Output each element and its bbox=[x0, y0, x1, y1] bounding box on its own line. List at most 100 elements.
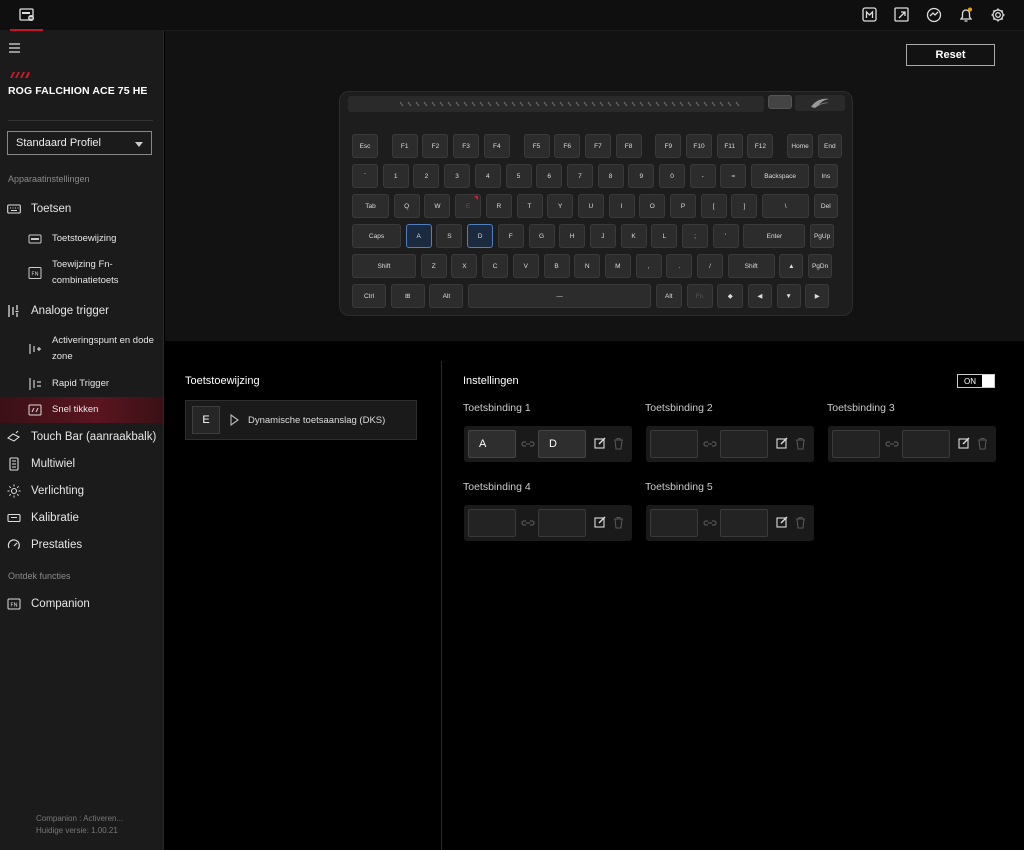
key-H[interactable]: H bbox=[559, 224, 586, 248]
sidebar-item-rapid-trigger[interactable]: Rapid Trigger bbox=[0, 376, 163, 392]
key-6[interactable]: 6 bbox=[536, 164, 563, 188]
key-V[interactable]: V bbox=[512, 254, 539, 278]
key-sym[interactable]: - bbox=[689, 164, 716, 188]
sidebar-item-companion[interactable]: FN Companion bbox=[0, 596, 163, 612]
key-F3[interactable]: F3 bbox=[453, 134, 480, 158]
key-Shift[interactable]: Shift bbox=[727, 254, 775, 278]
key-Caps[interactable]: Caps bbox=[352, 224, 401, 248]
trash-icon[interactable] bbox=[977, 437, 988, 450]
key-sym[interactable]: \ bbox=[762, 194, 810, 218]
profile-dropdown[interactable]: Standaard Profiel bbox=[7, 131, 152, 155]
key-X[interactable]: X bbox=[451, 254, 478, 278]
sidebar-item-fn-combination[interactable]: FN Toewijzing Fn- combinatietoets bbox=[0, 257, 163, 291]
binding-key-slot-1[interactable] bbox=[468, 509, 516, 537]
device-tab[interactable] bbox=[10, 0, 43, 31]
sidebar-item-toetsen[interactable]: Toetsen bbox=[0, 201, 163, 217]
key-R[interactable]: R bbox=[485, 194, 512, 218]
hamburger-menu-icon[interactable] bbox=[8, 42, 22, 54]
key-B[interactable]: B bbox=[543, 254, 570, 278]
key-M[interactable]: M bbox=[604, 254, 631, 278]
key-9[interactable]: 9 bbox=[628, 164, 655, 188]
resize-icon[interactable] bbox=[893, 6, 911, 24]
key-4[interactable]: 4 bbox=[474, 164, 501, 188]
key-Home[interactable]: Home bbox=[787, 134, 814, 158]
sidebar-item-multiwheel[interactable]: Multiwiel bbox=[0, 456, 163, 472]
edit-icon[interactable] bbox=[594, 516, 606, 528]
macro-icon[interactable] bbox=[861, 6, 879, 24]
key-sym[interactable]: ▲ bbox=[779, 254, 804, 278]
key-sym[interactable]: ⊞ bbox=[390, 284, 425, 308]
key-F7[interactable]: F7 bbox=[584, 134, 611, 158]
key-PgDn[interactable]: PgDn bbox=[808, 254, 833, 278]
key-J[interactable]: J bbox=[589, 224, 616, 248]
key-Q[interactable]: Q bbox=[393, 194, 420, 218]
key-W[interactable]: W bbox=[424, 194, 451, 218]
binding-key-slot-1[interactable] bbox=[650, 509, 698, 537]
sidebar-item-calibration[interactable]: Kalibratie bbox=[0, 510, 163, 526]
key-F10[interactable]: F10 bbox=[686, 134, 712, 158]
key-Y[interactable]: Y bbox=[547, 194, 574, 218]
key-Backspace[interactable]: Backspace bbox=[751, 164, 810, 188]
key-C[interactable]: C bbox=[482, 254, 509, 278]
key-T[interactable]: T bbox=[516, 194, 543, 218]
sidebar-item-actuation-point[interactable]: Activeringspunt en dode zone bbox=[0, 333, 163, 367]
sidebar-item-lighting[interactable]: Verlichting bbox=[0, 483, 163, 499]
multiwheel-knob[interactable] bbox=[768, 95, 792, 109]
key-F[interactable]: F bbox=[497, 224, 524, 248]
key-F9[interactable]: F9 bbox=[655, 134, 682, 158]
key-I[interactable]: I bbox=[608, 194, 635, 218]
sidebar-item-snel-tikken[interactable]: Snel tikken bbox=[0, 397, 163, 423]
key-F6[interactable]: F6 bbox=[554, 134, 581, 158]
key-2[interactable]: 2 bbox=[413, 164, 440, 188]
key-K[interactable]: K bbox=[620, 224, 647, 248]
key-7[interactable]: 7 bbox=[566, 164, 593, 188]
assignment-row[interactable]: E Dynamische toetsaanslag (DKS) bbox=[185, 400, 417, 440]
edit-icon[interactable] bbox=[776, 437, 788, 449]
key-U[interactable]: U bbox=[577, 194, 604, 218]
key-E[interactable]: E bbox=[455, 194, 482, 218]
key-Esc[interactable]: Esc bbox=[352, 134, 378, 158]
sidebar-item-touch-bar[interactable]: Touch Bar (aanraakbalk) bbox=[0, 429, 163, 445]
key-D[interactable]: D bbox=[467, 224, 494, 248]
key-P[interactable]: P bbox=[670, 194, 696, 218]
reset-button[interactable]: Reset bbox=[906, 44, 995, 66]
sidebar-item-analog-trigger[interactable]: Analoge trigger bbox=[0, 303, 163, 319]
key-Del[interactable]: Del bbox=[813, 194, 838, 218]
key-F1[interactable]: F1 bbox=[391, 134, 418, 158]
key-O[interactable]: O bbox=[639, 194, 666, 218]
key-Fn[interactable]: Fn bbox=[686, 284, 713, 308]
key-sym[interactable]: ▼ bbox=[776, 284, 801, 308]
binding-key-slot-2[interactable] bbox=[720, 430, 768, 458]
edit-icon[interactable] bbox=[776, 516, 788, 528]
key-Shift[interactable]: Shift bbox=[352, 254, 416, 278]
key-Alt[interactable]: Alt bbox=[655, 284, 682, 308]
key-Alt[interactable]: Alt bbox=[429, 284, 464, 308]
key-sym[interactable]: / bbox=[697, 254, 723, 278]
key-8[interactable]: 8 bbox=[597, 164, 624, 188]
key-sym[interactable]: ` bbox=[352, 164, 378, 188]
binding-key-slot-1[interactable] bbox=[832, 430, 880, 458]
key-3[interactable]: 3 bbox=[444, 164, 471, 188]
binding-key-slot-1[interactable]: A bbox=[468, 430, 516, 458]
binding-key-slot-1[interactable] bbox=[650, 430, 698, 458]
notification-bell-icon[interactable] bbox=[957, 6, 975, 24]
binding-key-slot-2[interactable] bbox=[720, 509, 768, 537]
key-sym[interactable]: , bbox=[635, 254, 662, 278]
key-sym[interactable]: — bbox=[468, 284, 652, 308]
on-off-toggle[interactable]: ON bbox=[957, 374, 995, 388]
edit-icon[interactable] bbox=[958, 437, 970, 449]
key-S[interactable]: S bbox=[436, 224, 463, 248]
sync-icon[interactable] bbox=[925, 6, 943, 24]
sidebar-item-performance[interactable]: Prestaties bbox=[0, 537, 163, 553]
key-F8[interactable]: F8 bbox=[615, 134, 642, 158]
binding-key-slot-2[interactable]: D bbox=[538, 430, 586, 458]
key-Ctrl[interactable]: Ctrl bbox=[352, 284, 386, 308]
key-F5[interactable]: F5 bbox=[523, 134, 550, 158]
key-Ins[interactable]: Ins bbox=[813, 164, 838, 188]
key-G[interactable]: G bbox=[528, 224, 555, 248]
key-N[interactable]: N bbox=[574, 254, 601, 278]
key-sym[interactable]: ◆ bbox=[717, 284, 744, 308]
key-sym[interactable]: [ bbox=[700, 194, 727, 218]
key-F11[interactable]: F11 bbox=[716, 134, 743, 158]
key-sym[interactable]: . bbox=[666, 254, 693, 278]
